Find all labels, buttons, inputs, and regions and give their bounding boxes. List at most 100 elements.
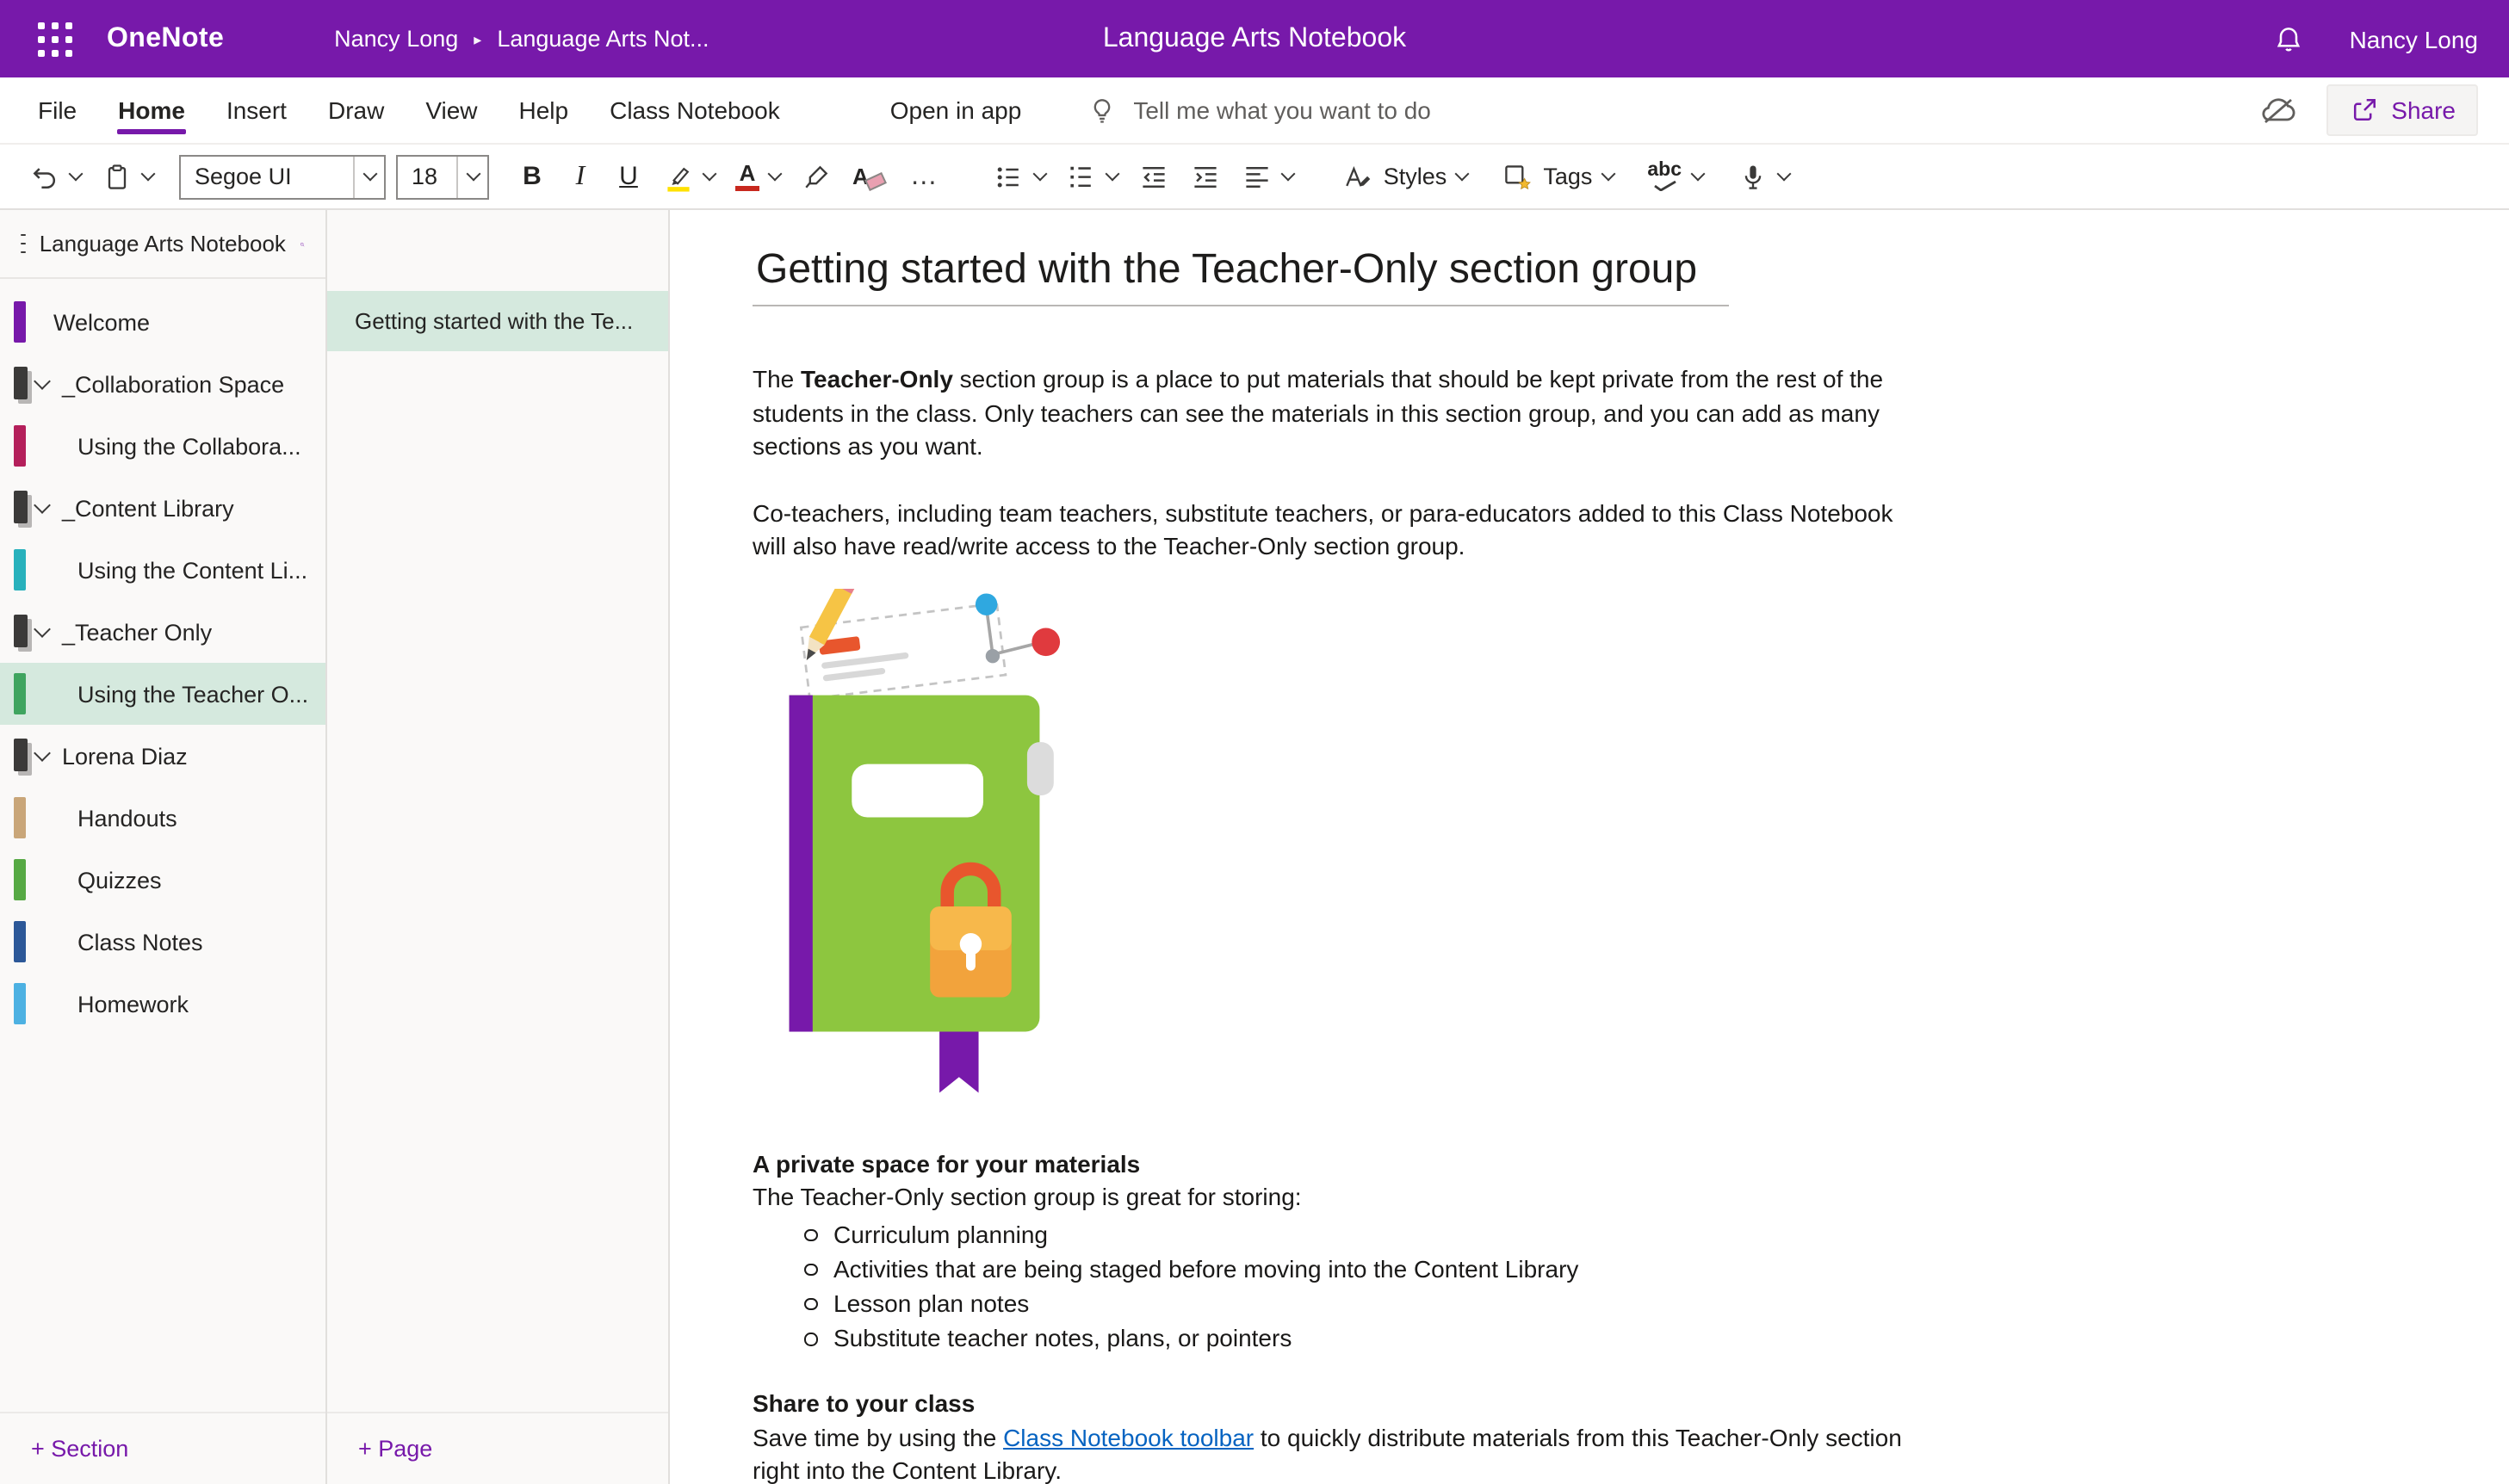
page-content: The Teacher-Only section group is a plac… bbox=[753, 363, 1903, 1484]
breadcrumb: Nancy Long ▸ Language Arts Not... bbox=[334, 26, 709, 52]
undo-button[interactable] bbox=[21, 154, 90, 199]
sidebar-item-welcome[interactable]: Welcome bbox=[0, 291, 325, 353]
bullet-item[interactable]: Lesson plan notes bbox=[833, 1286, 1903, 1320]
section-color-tab bbox=[14, 673, 26, 714]
bullet-list-button[interactable] bbox=[986, 154, 1055, 199]
section-group-tab bbox=[14, 615, 28, 647]
page-editor[interactable]: Getting started with the Teacher-Only se… bbox=[670, 210, 2509, 1484]
bullet-item[interactable]: Activities that are being staged before … bbox=[833, 1251, 1903, 1285]
chevron-down-icon bbox=[353, 156, 384, 197]
add-page-button[interactable]: + Page bbox=[327, 1412, 668, 1484]
spelling-button[interactable]: abc bbox=[1639, 155, 1711, 198]
open-in-app-button[interactable]: Open in app bbox=[870, 77, 1043, 143]
sidebar-item-using-the-teacher-only[interactable]: Using the Teacher O... bbox=[0, 663, 325, 725]
styles-button[interactable]: Styles bbox=[1334, 154, 1477, 199]
alignment-button[interactable] bbox=[1234, 154, 1303, 199]
sidebar-group-collaboration-space[interactable]: _Collaboration Space bbox=[0, 353, 325, 415]
class-notebook-toolbar-link[interactable]: Class Notebook toolbar bbox=[1003, 1424, 1254, 1451]
sections-sidebar: Language Arts Notebook Welcome _Collabor… bbox=[0, 210, 327, 1484]
notifications-bell-icon[interactable] bbox=[2274, 23, 2305, 54]
chevron-down-icon bbox=[1033, 167, 1048, 182]
notebook-lock-illustration bbox=[753, 588, 1076, 1110]
tags-button[interactable]: Tags bbox=[1493, 154, 1621, 199]
breadcrumb-user[interactable]: Nancy Long bbox=[334, 26, 458, 52]
section-color-tab bbox=[14, 301, 26, 343]
breadcrumb-notebook[interactable]: Language Arts Not... bbox=[497, 26, 709, 52]
bullet-item[interactable]: Substitute teacher notes, plans, or poin… bbox=[833, 1320, 1903, 1355]
increase-indent-icon bbox=[1191, 161, 1222, 192]
paragraph[interactable]: The Teacher-Only section group is a plac… bbox=[753, 363, 1903, 464]
italic-button[interactable]: I bbox=[558, 154, 603, 199]
font-color-swatch bbox=[735, 186, 759, 192]
decrease-indent-icon bbox=[1139, 161, 1170, 192]
paragraph[interactable]: Save time by using the Class Notebook to… bbox=[753, 1422, 1903, 1484]
font-color-button[interactable]: A bbox=[727, 155, 789, 199]
undo-icon bbox=[29, 161, 60, 192]
chevron-down-icon bbox=[1601, 167, 1615, 182]
highlighter-button[interactable] bbox=[654, 154, 723, 199]
format-painter-button[interactable] bbox=[792, 154, 840, 199]
sync-status-icon[interactable] bbox=[2257, 96, 2298, 125]
align-left-icon bbox=[1242, 161, 1273, 192]
sidebar-item-using-the-content-library[interactable]: Using the Content Li... bbox=[0, 539, 325, 601]
section-list: Welcome _Collaboration Space Using the C… bbox=[0, 279, 325, 1412]
add-section-button[interactable]: + Section bbox=[0, 1412, 325, 1484]
paragraph[interactable]: Co-teachers, including team teachers, su… bbox=[753, 497, 1903, 564]
menu-insert[interactable]: Insert bbox=[206, 77, 307, 143]
increase-indent-button[interactable] bbox=[1182, 154, 1230, 199]
lightbulb-icon bbox=[1087, 95, 1118, 126]
breadcrumb-separator-icon: ▸ bbox=[474, 30, 481, 49]
pages-pane: Getting started with the Te... + Page bbox=[327, 210, 670, 1484]
menu-home[interactable]: Home bbox=[97, 77, 206, 143]
section-color-tab bbox=[14, 983, 26, 1024]
chevron-down-icon bbox=[768, 167, 783, 182]
section-heading[interactable]: Share to your class bbox=[753, 1388, 1903, 1422]
font-size-select[interactable]: 18 bbox=[396, 154, 489, 199]
page-title[interactable]: Getting started with the Teacher-Only se… bbox=[753, 244, 1728, 306]
app-launcher-icon[interactable] bbox=[31, 15, 79, 63]
menu-draw[interactable]: Draw bbox=[307, 77, 405, 143]
numbered-list-button[interactable] bbox=[1058, 154, 1127, 199]
app-brand[interactable]: OneNote bbox=[107, 23, 224, 54]
hamburger-menu-icon[interactable] bbox=[21, 233, 26, 254]
section-heading[interactable]: A private space for your materials bbox=[753, 1147, 1903, 1181]
tell-me-search[interactable]: Tell me what you want to do bbox=[1087, 95, 1431, 126]
section-color-tab bbox=[14, 921, 26, 962]
page-list: Getting started with the Te... bbox=[327, 210, 668, 1412]
search-icon[interactable] bbox=[300, 228, 305, 259]
menu-help[interactable]: Help bbox=[499, 77, 590, 143]
chevron-down-icon bbox=[1106, 167, 1120, 182]
page-list-item[interactable]: Getting started with the Te... bbox=[327, 291, 668, 351]
numbered-list-icon bbox=[1067, 161, 1098, 192]
sidebar-item-handouts[interactable]: Handouts bbox=[0, 787, 325, 849]
more-formatting-button[interactable]: … bbox=[895, 154, 955, 199]
sidebar-group-teacher-only[interactable]: _Teacher Only bbox=[0, 601, 325, 663]
font-name-select[interactable]: Segoe UI bbox=[179, 154, 386, 199]
section-color-tab bbox=[14, 425, 26, 467]
clear-formatting-button[interactable]: A bbox=[844, 157, 891, 196]
bold-button[interactable]: B bbox=[510, 155, 554, 198]
menu-view[interactable]: View bbox=[405, 77, 498, 143]
bullet-list: Curriculum planning Activities that are … bbox=[753, 1216, 1903, 1356]
sidebar-group-lorena-diaz[interactable]: Lorena Diaz bbox=[0, 725, 325, 787]
underline-button[interactable]: U bbox=[606, 155, 651, 198]
ellipsis-icon: … bbox=[903, 161, 946, 192]
share-button[interactable]: Share bbox=[2326, 84, 2478, 136]
paragraph[interactable]: The Teacher-Only section group is great … bbox=[753, 1181, 1903, 1215]
menu-file[interactable]: File bbox=[17, 77, 97, 143]
menu-class-notebook[interactable]: Class Notebook bbox=[589, 77, 801, 143]
sidebar-item-homework[interactable]: Homework bbox=[0, 973, 325, 1035]
sidebar-item-using-the-collaboration-space[interactable]: Using the Collabora... bbox=[0, 415, 325, 477]
sidebar-item-class-notes[interactable]: Class Notes bbox=[0, 911, 325, 973]
sidebar-item-quizzes[interactable]: Quizzes bbox=[0, 849, 325, 911]
account-name[interactable]: Nancy Long bbox=[2350, 25, 2478, 53]
chevron-down-icon bbox=[34, 744, 51, 761]
formatting-toolbar: Segoe UI 18 B I U A A … bbox=[0, 145, 2509, 210]
decrease-indent-button[interactable] bbox=[1131, 154, 1179, 199]
paste-button[interactable] bbox=[93, 154, 162, 199]
app-header: OneNote Nancy Long ▸ Language Arts Not..… bbox=[0, 0, 2509, 77]
dictate-button[interactable] bbox=[1728, 154, 1797, 199]
font-color-icon: A bbox=[735, 162, 759, 192]
bullet-item[interactable]: Curriculum planning bbox=[833, 1216, 1903, 1251]
sidebar-group-content-library[interactable]: _Content Library bbox=[0, 477, 325, 539]
